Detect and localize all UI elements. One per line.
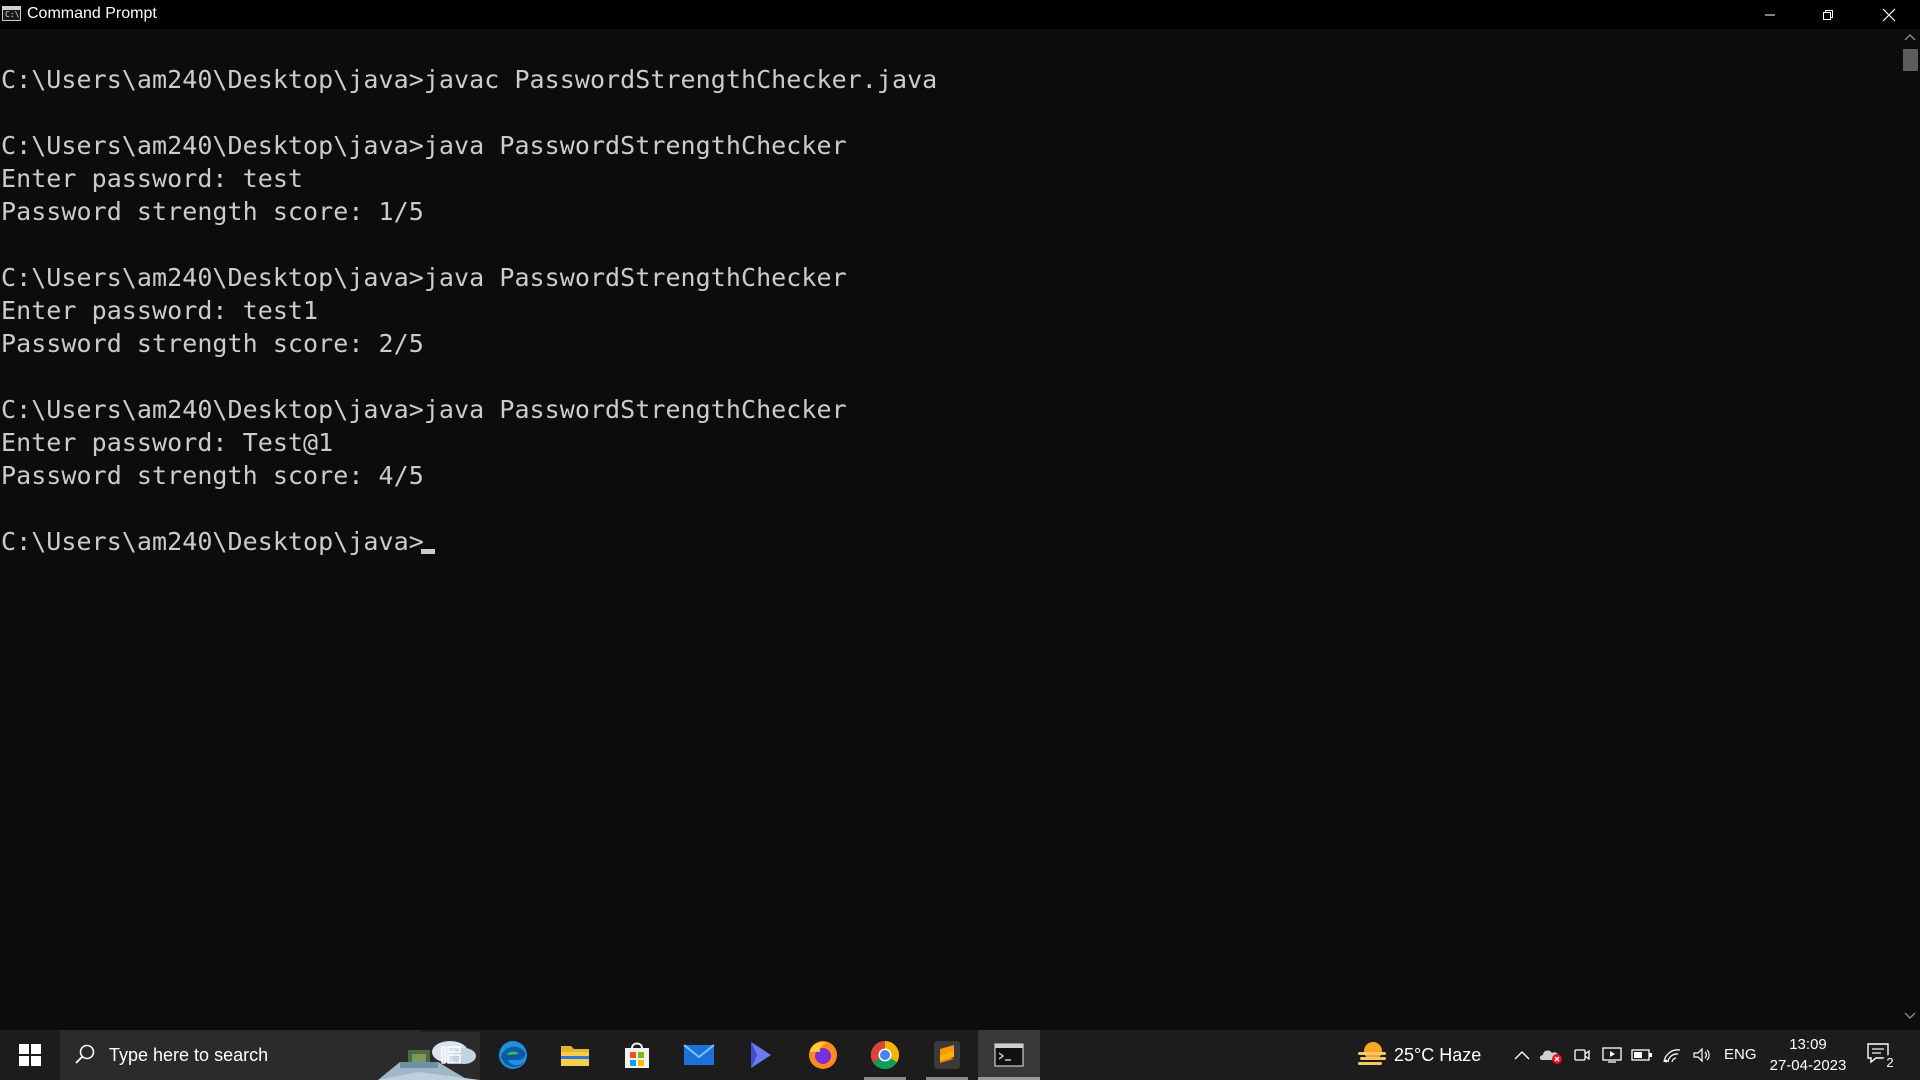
camera-icon <box>1574 1049 1590 1061</box>
restore-icon <box>1823 9 1833 20</box>
cmd-icon <box>994 1043 1024 1067</box>
battery-icon <box>1631 1049 1652 1061</box>
scroll-down-arrow-icon[interactable] <box>1904 1012 1916 1020</box>
haze-weather-icon <box>1358 1042 1386 1065</box>
windows-logo-icon <box>18 1044 41 1066</box>
vertical-scrollbar[interactable] <box>1900 29 1920 1030</box>
onedrive-error-icon <box>1539 1050 1562 1064</box>
console-line: C:\Users\am240\Desktop\java>javac Passwo… <box>1 65 938 94</box>
mail-icon <box>683 1044 715 1065</box>
window-title: Command Prompt <box>27 5 157 22</box>
volume-tray-button[interactable] <box>1690 1045 1714 1065</box>
power-automate-button[interactable] <box>730 1030 792 1080</box>
meet-now-tray-button[interactable] <box>1570 1045 1594 1065</box>
task-view-icon <box>441 1046 461 1064</box>
speaker-icon <box>1693 1047 1710 1063</box>
title-bar[interactable]: C:\ Command Prompt <box>0 0 1920 29</box>
edge-icon <box>499 1041 527 1069</box>
task-view-button[interactable] <box>420 1030 482 1080</box>
search-placeholder: Type here to search <box>109 1045 269 1065</box>
mail-button[interactable] <box>668 1030 730 1080</box>
notification-count-badge: 2 <box>1882 1055 1898 1071</box>
chevron-up-icon <box>1514 1051 1530 1060</box>
start-button[interactable] <box>0 1030 59 1080</box>
clock-date: 27-04-2023 <box>1769 1057 1847 1074</box>
console-line: Enter password: test <box>1 164 304 193</box>
chrome-button[interactable] <box>854 1030 916 1080</box>
text-cursor <box>421 549 435 554</box>
firefox-button[interactable] <box>792 1030 854 1080</box>
file-explorer-button[interactable] <box>544 1030 606 1080</box>
console-line: Password strength score: 4/5 <box>1 461 424 490</box>
console-line: Password strength score: 1/5 <box>1 197 424 226</box>
close-icon <box>1882 8 1895 21</box>
edge-button[interactable] <box>482 1030 544 1080</box>
console-output[interactable]: C:\Users\am240\Desktop\java>javac Passwo… <box>0 29 1900 1030</box>
display-icon <box>1602 1047 1622 1063</box>
firefox-icon <box>809 1041 837 1069</box>
power-automate-icon <box>751 1042 771 1068</box>
close-button[interactable] <box>1857 0 1920 29</box>
clock-time: 13:09 <box>1789 1036 1827 1053</box>
taskbar-search-box[interactable]: Type here to search <box>60 1030 480 1080</box>
show-hidden-icons-button[interactable] <box>1510 1045 1534 1065</box>
device-tray-button[interactable] <box>1600 1045 1624 1065</box>
console-line: C:\Users\am240\Desktop\java>java Passwor… <box>1 131 847 160</box>
minimize-icon <box>1765 14 1775 15</box>
store-button[interactable] <box>606 1030 668 1080</box>
onedrive-tray-button[interactable] <box>1538 1045 1564 1065</box>
console-line: C:\Users\am240\Desktop\java>java Passwor… <box>1 395 847 424</box>
sublime-text-button[interactable] <box>916 1030 978 1080</box>
weather-text: 25°C Haze <box>1394 1045 1482 1065</box>
taskbar: Type here to search 25°C Haze ENG 13:09 … <box>0 1030 1920 1080</box>
scroll-up-arrow-icon[interactable] <box>1904 33 1916 41</box>
command-prompt-window: C:\ Command Prompt C:\Users\am240\Deskto… <box>0 0 1920 1030</box>
console-prompt-line: C:\Users\am240\Desktop\java> <box>1 527 424 556</box>
sublime-text-icon <box>934 1041 960 1069</box>
folder-icon <box>561 1046 589 1066</box>
input-language-indicator[interactable]: ENG <box>1724 1046 1757 1064</box>
console-line: C:\Users\am240\Desktop\java>java Passwor… <box>1 263 847 292</box>
chrome-icon <box>870 1040 899 1070</box>
search-icon <box>75 1044 95 1064</box>
battery-tray-button[interactable] <box>1630 1045 1654 1065</box>
scroll-thumb[interactable] <box>1903 49 1918 71</box>
clock[interactable]: 13:09 27-04-2023 <box>1760 1034 1856 1076</box>
console-line: Enter password: Test@1 <box>1 428 334 457</box>
minimize-button[interactable] <box>1741 0 1799 29</box>
console-line: Password strength score: 2/5 <box>1 329 424 358</box>
store-icon <box>625 1042 649 1068</box>
restore-button[interactable] <box>1799 0 1857 29</box>
cmd-app-icon[interactable]: C:\ <box>2 6 21 21</box>
console-line: Enter password: test1 <box>1 296 319 325</box>
command-prompt-taskbar-button[interactable] <box>978 1030 1040 1080</box>
network-tray-button[interactable] <box>1660 1045 1684 1065</box>
wifi-icon <box>1663 1049 1681 1063</box>
weather-widget[interactable]: 25°C Haze <box>1352 1030 1492 1080</box>
